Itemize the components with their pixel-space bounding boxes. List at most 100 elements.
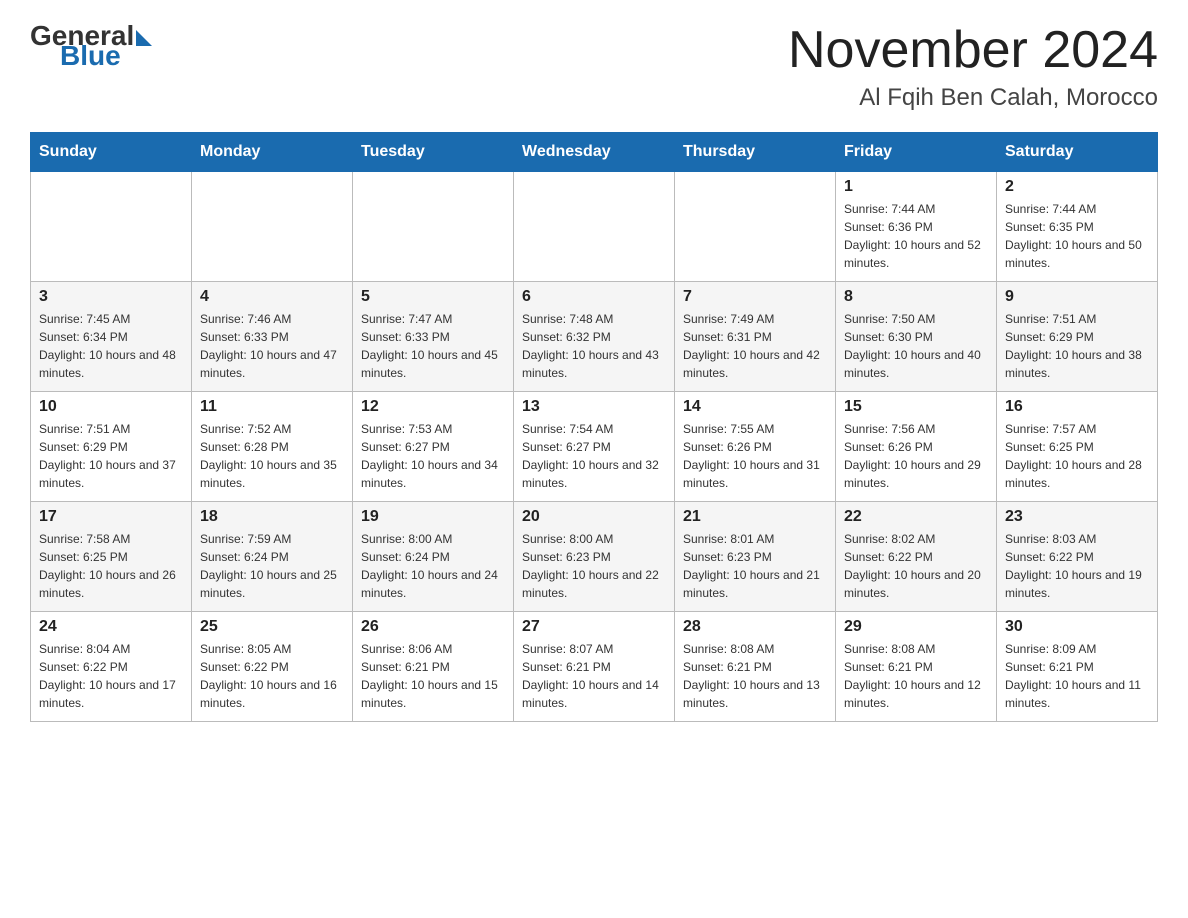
header-monday: Monday xyxy=(192,133,353,172)
day-number: 13 xyxy=(522,398,666,416)
day-number: 23 xyxy=(1005,508,1149,526)
day-number: 7 xyxy=(683,288,827,306)
table-row: 9 Sunrise: 7:51 AMSunset: 6:29 PMDaylight… xyxy=(997,282,1158,392)
table-row: 11Sunrise: 7:52 AMSunset: 6:28 PMDayligh… xyxy=(192,392,353,502)
page-header: General Blue November 2024 Al Fqih Ben C… xyxy=(30,20,1158,112)
day-info: Sunrise: 7:55 AMSunset: 6:26 PMDaylight:… xyxy=(683,420,827,492)
table-row xyxy=(31,172,192,282)
table-row: 8 Sunrise: 7:50 AMSunset: 6:30 PMDaylight… xyxy=(836,282,997,392)
day-info: Sunrise: 8:02 AMSunset: 6:22 PMDaylight:… xyxy=(844,530,988,602)
table-row: 2 Sunrise: 7:44 AMSunset: 6:35 PMDaylight… xyxy=(997,172,1158,282)
table-row: 18 Sunrise: 7:59 AMSunset: 6:24 PMDayligh… xyxy=(192,502,353,612)
calendar-subtitle: Al Fqih Ben Calah, Morocco xyxy=(788,84,1158,112)
day-info: Sunrise: 7:48 AMSunset: 6:32 PMDaylight:… xyxy=(522,310,666,382)
day-number: 22 xyxy=(844,508,988,526)
table-row: 24 Sunrise: 8:04 AMSunset: 6:22 PMDayligh… xyxy=(31,612,192,722)
table-row: 26 Sunrise: 8:06 AMSunset: 6:21 PMDayligh… xyxy=(353,612,514,722)
header-saturday: Saturday xyxy=(997,133,1158,172)
day-info: Sunrise: 7:49 AMSunset: 6:31 PMDaylight:… xyxy=(683,310,827,382)
day-number: 8 xyxy=(844,288,988,306)
table-row: 17 Sunrise: 7:58 AMSunset: 6:25 PMDayligh… xyxy=(31,502,192,612)
table-row: 30Sunrise: 8:09 AMSunset: 6:21 PMDayligh… xyxy=(997,612,1158,722)
header-thursday: Thursday xyxy=(675,133,836,172)
header-wednesday: Wednesday xyxy=(514,133,675,172)
day-info: Sunrise: 7:59 AMSunset: 6:24 PMDaylight:… xyxy=(200,530,344,602)
day-number: 12 xyxy=(361,398,505,416)
day-info: Sunrise: 8:01 AMSunset: 6:23 PMDaylight:… xyxy=(683,530,827,602)
table-row: 27 Sunrise: 8:07 AMSunset: 6:21 PMDayligh… xyxy=(514,612,675,722)
table-row xyxy=(675,172,836,282)
day-number: 14 xyxy=(683,398,827,416)
calendar-title: November 2024 xyxy=(788,20,1158,80)
day-info: Sunrise: 7:50 AMSunset: 6:30 PMDaylight:… xyxy=(844,310,988,382)
day-info: Sunrise: 7:53 AMSunset: 6:27 PMDaylight:… xyxy=(361,420,505,492)
table-row: 19 Sunrise: 8:00 AMSunset: 6:24 PMDayligh… xyxy=(353,502,514,612)
day-number: 5 xyxy=(361,288,505,306)
table-row: 4 Sunrise: 7:46 AMSunset: 6:33 PMDaylight… xyxy=(192,282,353,392)
header-friday: Friday xyxy=(836,133,997,172)
day-info: Sunrise: 7:46 AMSunset: 6:33 PMDaylight:… xyxy=(200,310,344,382)
day-info: Sunrise: 8:00 AMSunset: 6:24 PMDaylight:… xyxy=(361,530,505,602)
day-info: Sunrise: 8:06 AMSunset: 6:21 PMDaylight:… xyxy=(361,640,505,712)
day-number: 17 xyxy=(39,508,183,526)
day-number: 10 xyxy=(39,398,183,416)
day-number: 15 xyxy=(844,398,988,416)
day-info: Sunrise: 7:57 AMSunset: 6:25 PMDaylight:… xyxy=(1005,420,1149,492)
day-number: 26 xyxy=(361,618,505,636)
day-info: Sunrise: 8:08 AMSunset: 6:21 PMDaylight:… xyxy=(683,640,827,712)
table-row: 15 Sunrise: 7:56 AMSunset: 6:26 PMDayligh… xyxy=(836,392,997,502)
day-info: Sunrise: 7:47 AMSunset: 6:33 PMDaylight:… xyxy=(361,310,505,382)
table-row xyxy=(514,172,675,282)
week-row-3: 10 Sunrise: 7:51 AMSunset: 6:29 PMDayligh… xyxy=(31,392,1158,502)
table-row xyxy=(353,172,514,282)
day-number: 9 xyxy=(1005,288,1149,306)
table-row: 6 Sunrise: 7:48 AMSunset: 6:32 PMDaylight… xyxy=(514,282,675,392)
table-row: 14 Sunrise: 7:55 AMSunset: 6:26 PMDayligh… xyxy=(675,392,836,502)
table-row: 23 Sunrise: 8:03 AMSunset: 6:22 PMDayligh… xyxy=(997,502,1158,612)
day-number: 1 xyxy=(844,178,988,196)
day-info: Sunrise: 7:52 AMSunset: 6:28 PMDaylight:… xyxy=(200,420,344,492)
week-row-4: 17 Sunrise: 7:58 AMSunset: 6:25 PMDayligh… xyxy=(31,502,1158,612)
day-number: 18 xyxy=(200,508,344,526)
day-number: 19 xyxy=(361,508,505,526)
day-info: Sunrise: 8:05 AMSunset: 6:22 PMDaylight:… xyxy=(200,640,344,712)
day-number: 24 xyxy=(39,618,183,636)
day-number: 4 xyxy=(200,288,344,306)
table-row: 22 Sunrise: 8:02 AMSunset: 6:22 PMDayligh… xyxy=(836,502,997,612)
week-row-5: 24 Sunrise: 8:04 AMSunset: 6:22 PMDayligh… xyxy=(31,612,1158,722)
day-number: 3 xyxy=(39,288,183,306)
logo: General Blue xyxy=(30,20,152,72)
day-info: Sunrise: 7:45 AMSunset: 6:34 PMDaylight:… xyxy=(39,310,183,382)
day-info: Sunrise: 8:08 AMSunset: 6:21 PMDaylight:… xyxy=(844,640,988,712)
day-info: Sunrise: 7:56 AMSunset: 6:26 PMDaylight:… xyxy=(844,420,988,492)
day-number: 29 xyxy=(844,618,988,636)
day-info: Sunrise: 7:58 AMSunset: 6:25 PMDaylight:… xyxy=(39,530,183,602)
day-info: Sunrise: 7:51 AMSunset: 6:29 PMDaylight:… xyxy=(1005,310,1149,382)
day-number: 20 xyxy=(522,508,666,526)
day-info: Sunrise: 7:44 AMSunset: 6:36 PMDaylight:… xyxy=(844,200,988,272)
table-row: 21Sunrise: 8:01 AMSunset: 6:23 PMDayligh… xyxy=(675,502,836,612)
table-row xyxy=(192,172,353,282)
day-number: 27 xyxy=(522,618,666,636)
day-info: Sunrise: 8:07 AMSunset: 6:21 PMDaylight:… xyxy=(522,640,666,712)
day-info: Sunrise: 7:51 AMSunset: 6:29 PMDaylight:… xyxy=(39,420,183,492)
day-info: Sunrise: 8:04 AMSunset: 6:22 PMDaylight:… xyxy=(39,640,183,712)
table-row: 25Sunrise: 8:05 AMSunset: 6:22 PMDayligh… xyxy=(192,612,353,722)
day-number: 28 xyxy=(683,618,827,636)
table-row: 7 Sunrise: 7:49 AMSunset: 6:31 PMDaylight… xyxy=(675,282,836,392)
day-number: 6 xyxy=(522,288,666,306)
day-info: Sunrise: 8:09 AMSunset: 6:21 PMDaylight:… xyxy=(1005,640,1149,712)
day-number: 2 xyxy=(1005,178,1149,196)
day-info: Sunrise: 7:44 AMSunset: 6:35 PMDaylight:… xyxy=(1005,200,1149,272)
day-info: Sunrise: 8:03 AMSunset: 6:22 PMDaylight:… xyxy=(1005,530,1149,602)
logo-arrow-icon xyxy=(136,30,152,46)
table-row: 3 Sunrise: 7:45 AMSunset: 6:34 PMDaylight… xyxy=(31,282,192,392)
header-sunday: Sunday xyxy=(31,133,192,172)
calendar-table: Sunday Monday Tuesday Wednesday Thursday… xyxy=(30,132,1158,722)
day-info: Sunrise: 7:54 AMSunset: 6:27 PMDaylight:… xyxy=(522,420,666,492)
title-section: November 2024 Al Fqih Ben Calah, Morocco xyxy=(788,20,1158,112)
table-row: 10 Sunrise: 7:51 AMSunset: 6:29 PMDayligh… xyxy=(31,392,192,502)
table-row: 1 Sunrise: 7:44 AMSunset: 6:36 PMDaylight… xyxy=(836,172,997,282)
header-tuesday: Tuesday xyxy=(353,133,514,172)
logo-blue-text: Blue xyxy=(60,40,121,72)
